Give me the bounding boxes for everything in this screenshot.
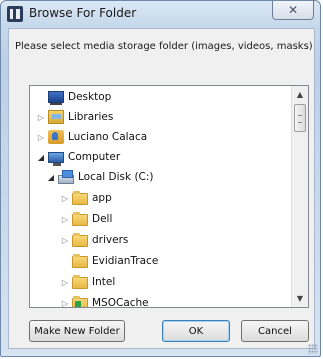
expand-arrow-icon[interactable]: ▷	[60, 194, 70, 203]
cancel-button[interactable]: Cancel	[241, 320, 309, 342]
close-icon: ✕	[287, 3, 299, 17]
tree-item-app[interactable]: ▷ app	[60, 188, 112, 208]
tree-item-label: Desktop	[68, 91, 112, 103]
ok-button[interactable]: OK	[162, 320, 230, 342]
expand-arrow-icon[interactable]: ▷	[60, 215, 70, 224]
folder-icon	[72, 296, 88, 307]
folder-tree-items: Desktop ▷ Libraries ▷ Luciano Calaca ◢ C…	[30, 86, 291, 307]
folder-icon	[72, 254, 88, 268]
libraries-icon	[48, 110, 64, 124]
collapse-arrow-icon[interactable]: ◢	[36, 153, 46, 162]
scroll-down-icon[interactable]: ▼	[292, 290, 308, 307]
tree-item-label: Local Disk (C:)	[78, 171, 154, 183]
desktop-icon	[48, 91, 64, 105]
expand-arrow-icon[interactable]: ▷	[36, 113, 46, 122]
folder-tree[interactable]: Desktop ▷ Libraries ▷ Luciano Calaca ◢ C…	[29, 85, 309, 308]
expand-arrow-icon[interactable]: ▷	[60, 236, 70, 245]
tree-item-label: Libraries	[68, 111, 114, 123]
tree-item-computer[interactable]: ◢ Computer	[36, 147, 120, 167]
local-disk-icon	[58, 170, 74, 184]
tree-item-luciano-calaca[interactable]: ▷ Luciano Calaca	[36, 127, 147, 147]
tree-item-local-disk[interactable]: ◢ Local Disk (C:)	[46, 167, 154, 187]
folder-icon	[72, 275, 88, 289]
folder-icon	[72, 212, 88, 226]
tree-item-label: app	[92, 192, 112, 204]
dialog-prompt: Please select media storage folder (imag…	[15, 41, 313, 52]
folder-icon	[72, 191, 88, 205]
tree-item-drivers[interactable]: ▷ drivers	[60, 230, 128, 250]
tree-item-label: MSOCache	[92, 297, 149, 308]
dialog-body: Please select media storage folder (imag…	[8, 28, 315, 349]
computer-icon	[48, 151, 64, 166]
title-bar[interactable]: Browse For Folder ✕	[1, 1, 320, 27]
folder-icon	[72, 233, 88, 247]
tree-item-msocache[interactable]: ▷ MSOCache	[60, 293, 149, 308]
window-title: Browse For Folder	[29, 6, 137, 20]
app-icon	[7, 6, 23, 22]
tree-item-dell[interactable]: ▷ Dell	[60, 209, 112, 229]
scroll-up-icon[interactable]: ▲	[292, 86, 308, 103]
vertical-scrollbar[interactable]: ▲ ▼	[291, 86, 308, 307]
tree-item-label: EvidianTrace	[92, 255, 159, 267]
resize-grip-icon[interactable]	[308, 344, 318, 354]
browse-for-folder-window: Browse For Folder ✕ Please select media …	[0, 0, 321, 357]
tree-item-label: Intel	[92, 276, 116, 288]
user-folder-icon	[48, 130, 64, 144]
tree-item-label: Computer	[68, 151, 121, 163]
tree-item-label: drivers	[92, 234, 129, 246]
tree-item-intel[interactable]: ▷ Intel	[60, 272, 115, 292]
make-new-folder-button[interactable]: Make New Folder	[29, 320, 125, 342]
tree-item-desktop[interactable]: Desktop	[36, 87, 111, 107]
tree-item-libraries[interactable]: ▷ Libraries	[36, 107, 113, 127]
expand-arrow-icon[interactable]: ▷	[60, 299, 70, 308]
tree-item-evidiantrace[interactable]: EvidianTrace	[60, 251, 158, 271]
tree-item-label: Luciano Calaca	[68, 131, 148, 143]
tree-item-label: Dell	[92, 213, 113, 225]
expand-arrow-icon[interactable]: ▷	[60, 278, 70, 287]
scrollbar-thumb[interactable]	[294, 104, 306, 132]
collapse-arrow-icon[interactable]: ◢	[46, 173, 56, 182]
expand-arrow-icon[interactable]: ▷	[36, 133, 46, 142]
close-button[interactable]: ✕	[272, 1, 314, 20]
